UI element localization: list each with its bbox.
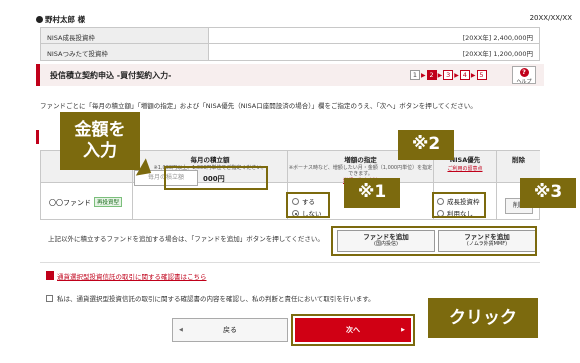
nisa-highlight-box — [432, 192, 486, 218]
question-icon: ? — [519, 68, 529, 77]
nisa-limit-table: NISA成長投資枠 [20XX年] 2,400,000円 NISAつみたて投資枠… — [40, 27, 540, 61]
next-highlight-box — [291, 314, 415, 346]
amount-callout: 金額を 入力 — [60, 112, 140, 170]
step-indicator: 1 ▶ 2 ▶ 3 ▶ 4 ▶ 5 — [410, 70, 487, 80]
confirm-checkbox-row[interactable]: 私は、通貨選択型投資信託の取引に関する確認書の内容を確認し、私の判断と責任におい… — [46, 293, 375, 303]
mark2-callout: ※2 — [398, 130, 454, 160]
click-callout: クリック — [428, 298, 538, 338]
increase-highlight-box — [286, 192, 330, 218]
nisa-row-growth: NISA成長投資枠 [20XX年] 2,400,000円 — [41, 28, 539, 44]
divider — [40, 262, 540, 263]
pdf-icon — [46, 271, 54, 280]
step-4: 4 — [459, 70, 470, 80]
step-1: 1 — [410, 70, 420, 80]
section-marker — [36, 130, 39, 144]
fund-name: 〇〇ファンド 再投資型 — [49, 197, 123, 208]
step-arrow-icon: ▶ — [421, 71, 426, 79]
step-arrow-icon: ▶ — [470, 71, 476, 79]
reinvest-badge: 再投資型 — [94, 197, 123, 207]
back-button[interactable]: ◀ 戻る — [172, 318, 288, 342]
step-arrow-icon: ▶ — [437, 71, 443, 79]
cell-fund: 〇〇ファンド 再投資型 — [41, 183, 133, 220]
help-button[interactable]: ? ヘルプ — [512, 66, 536, 85]
checkbox[interactable] — [46, 295, 53, 302]
doc-link[interactable]: 通貨選択型投資信託の取引に関する確認書はこちら — [46, 271, 207, 281]
arrow-left-icon: ◀ — [179, 327, 183, 333]
nisa-notes-link[interactable]: ご利用の留意点 — [434, 165, 496, 172]
user-name: 野村太郎 様 — [36, 14, 85, 25]
page-title-bar: 投信積立契約申込 -買付契約入力- 1 ▶ 2 ▶ 3 ▶ 4 ▶ 5 ? ヘルプ — [36, 64, 544, 86]
step-2-current: 2 — [426, 70, 437, 80]
step-3: 3 — [443, 70, 454, 80]
nisa-row-tsumitate: NISAつみたて投資枠 [20XX年] 1,200,000円 — [41, 44, 539, 60]
instruction-text: ファンドごとに「毎月の積立額」「増額の指定」および「NISA優先（NISA口座開… — [40, 102, 477, 110]
add-fund-highlight-box — [331, 226, 537, 256]
add-fund-text: 上記以外に積立するファンドを追加する場合は、「ファンドを追加」ボタンを押してくだ… — [48, 235, 324, 243]
step-arrow-icon: ▶ — [454, 71, 459, 79]
page-title: 投信積立契約申込 -買付契約入力- — [50, 71, 172, 80]
amount-highlight-box — [164, 166, 268, 190]
user-icon — [36, 16, 43, 23]
date: 20XX/XX/XX — [529, 14, 572, 22]
step-5: 5 — [476, 70, 487, 80]
mark3-callout: ※3 — [520, 178, 576, 208]
mark1-callout: ※1 — [344, 178, 400, 208]
